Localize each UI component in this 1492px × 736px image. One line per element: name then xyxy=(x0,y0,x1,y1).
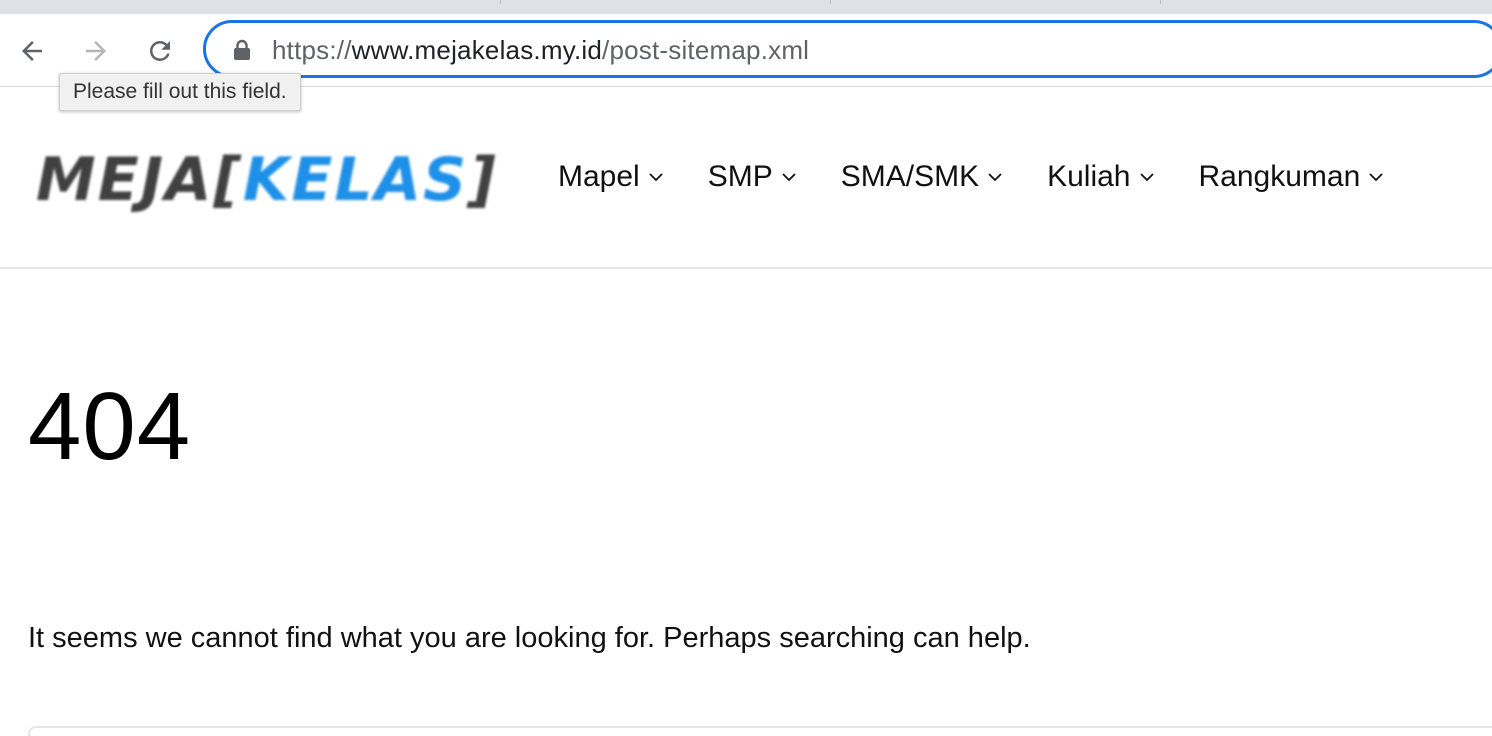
forward-arrow-icon xyxy=(86,41,106,61)
menu-item-label: SMP xyxy=(707,160,773,193)
tab-separator xyxy=(500,0,501,4)
tab-strip xyxy=(0,0,1492,14)
chevron-down-icon xyxy=(782,173,796,182)
reload-button[interactable] xyxy=(143,34,177,68)
menu-item-label: Kuliah xyxy=(1047,160,1131,193)
back-button[interactable] xyxy=(15,34,49,68)
url-text[interactable]: https://www.mejakelas.my.id/post-sitemap… xyxy=(272,36,809,64)
lock-icon xyxy=(234,39,250,60)
logo-part-kelas: KELAS xyxy=(242,145,469,215)
site-logo[interactable]: MEJA[KELAS] xyxy=(33,143,496,223)
logo-text: MEJA[KELAS] xyxy=(36,147,498,213)
url-scheme: https:// xyxy=(272,35,352,65)
menu-item-label: SMA/SMK xyxy=(840,160,980,193)
chevron-down-icon xyxy=(988,173,1002,182)
url-path: /post-sitemap.xml xyxy=(602,35,810,65)
validation-tooltip: Please fill out this field. xyxy=(59,73,301,111)
chevron-down-icon xyxy=(1369,173,1383,182)
menu-item-mapel[interactable]: Mapel xyxy=(558,159,664,195)
chevron-down-icon xyxy=(1139,173,1154,182)
forward-button[interactable] xyxy=(79,34,113,68)
not-found-message: It seems we cannot find what you are loo… xyxy=(28,622,1031,654)
page-title: 404 xyxy=(28,373,192,480)
main-menu: Mapel SMP SMA/SMK Kuliah Rangkuman xyxy=(558,159,1428,195)
back-arrow-icon xyxy=(22,41,42,61)
site-header: MEJA[KELAS] Mapel SMP SMA/SMK Kuliah Ran… xyxy=(0,87,1492,269)
reload-icon xyxy=(149,40,170,61)
url-host: www.mejakelas.my.id xyxy=(351,35,603,65)
menu-item-sma-smk[interactable]: SMA/SMK xyxy=(841,159,1003,195)
menu-item-label: Mapel xyxy=(558,160,640,193)
address-bar[interactable]: https://www.mejakelas.my.id/post-sitemap… xyxy=(203,20,1492,78)
logo-part-meja: MEJA[ xyxy=(36,145,243,215)
logo-part-bracket: ] xyxy=(468,145,498,215)
chevron-down-icon xyxy=(649,173,663,182)
tab-separator xyxy=(1160,0,1161,4)
menu-item-label: Rangkuman xyxy=(1198,160,1361,193)
menu-item-kuliah[interactable]: Kuliah xyxy=(1047,159,1154,195)
menu-item-rangkuman[interactable]: Rangkuman xyxy=(1199,159,1385,195)
menu-item-smp[interactable]: SMP xyxy=(708,159,797,195)
tab-separator xyxy=(830,0,831,4)
search-input[interactable] xyxy=(28,726,1492,736)
